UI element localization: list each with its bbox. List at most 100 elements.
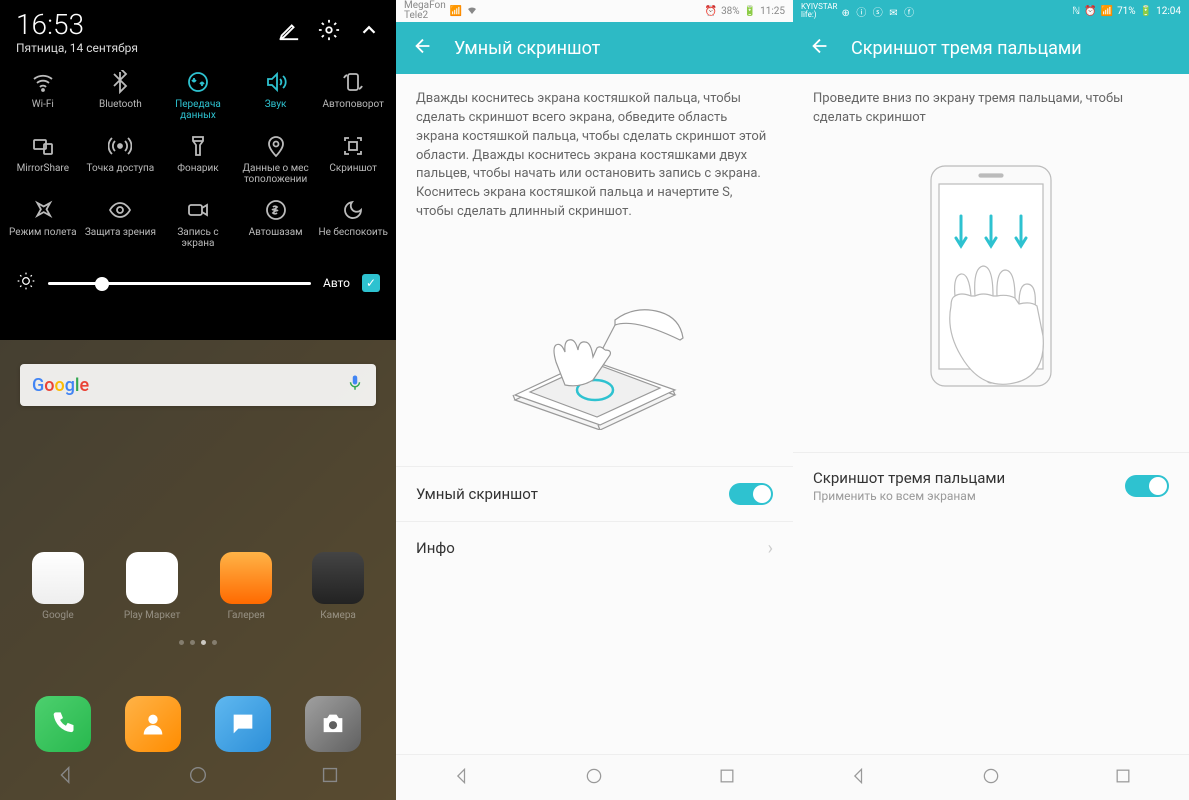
notif-icons: ⊕ ⓘ ⓢ ✉ ⓕ <box>841 4 916 19</box>
qs-tile-label: Запись с экрана <box>162 227 234 249</box>
home-app-2[interactable]: Галерея <box>220 552 272 621</box>
edit-icon[interactable] <box>278 19 300 45</box>
setting-three-finger[interactable]: Скриншот тремя пальцами Применить ко все… <box>793 452 1189 519</box>
flashlight-icon <box>185 133 211 159</box>
nav-bar <box>0 754 396 800</box>
toggle-switch[interactable] <box>729 483 773 505</box>
setting-label: Умный скриншот <box>416 485 538 503</box>
dock-camera[interactable] <box>305 696 361 752</box>
nav-home[interactable] <box>981 766 1001 790</box>
alarm-icon: ⏰ <box>1084 6 1096 17</box>
dnd-icon <box>340 197 366 223</box>
nav-recent[interactable] <box>319 764 341 790</box>
app-label: Галерея <box>227 610 264 621</box>
qs-tile-flashlight[interactable]: Фонарик <box>159 133 237 191</box>
qs-tile-wifi[interactable]: Wi-Fi <box>4 69 82 127</box>
dock <box>0 696 396 752</box>
qs-tile-label: Защита зрения <box>85 227 156 238</box>
collapse-icon[interactable] <box>358 19 380 45</box>
home-app-3[interactable]: Камера <box>312 552 364 621</box>
shazam-icon <box>263 197 289 223</box>
qs-tile-label: Bluetooth <box>99 99 142 110</box>
dock-messages[interactable] <box>215 696 271 752</box>
nav-recent[interactable] <box>717 766 737 790</box>
app-label: Play Маркет <box>124 610 181 621</box>
qs-tile-label: Режим полета <box>9 227 76 238</box>
setting-smart-screenshot[interactable]: Умный скриншот <box>396 466 793 521</box>
status-bar: KYIVSTAR life:) ⊕ ⓘ ⓢ ✉ ⓕ ℕ ⏰ 📶 71% 🔋 12… <box>793 0 1189 22</box>
setting-info[interactable]: Инфо › <box>396 521 793 575</box>
back-icon[interactable] <box>809 35 831 61</box>
status-time: 12:04 <box>1156 6 1181 17</box>
nav-bar <box>793 754 1189 800</box>
nav-recent[interactable] <box>1113 766 1133 790</box>
signal-icon: 📶 <box>450 6 462 17</box>
google-search-bar[interactable]: Google <box>20 364 376 406</box>
qs-tile-eye[interactable]: Защита зрения <box>82 197 160 255</box>
qs-tile-shazam[interactable]: Автошазам <box>237 197 315 255</box>
app-bar: Скриншот тремя пальцами <box>793 22 1189 74</box>
qs-tile-label: Wi-Fi <box>32 99 54 110</box>
back-icon[interactable] <box>412 35 434 61</box>
wifi-icon <box>30 69 56 95</box>
description-text: Проведите вниз по экрану тремя пальцами,… <box>813 90 1169 128</box>
brightness-row: Авто ✓ <box>0 263 396 307</box>
signal-icon: 📶 <box>1101 6 1113 17</box>
qs-tile-label: Автошазам <box>249 227 303 238</box>
eye-icon <box>107 197 133 223</box>
settings-icon[interactable] <box>318 19 340 45</box>
setting-sublabel: Применить ко всем экранам <box>813 489 1005 503</box>
location-icon <box>263 133 289 159</box>
qs-tile-label: Скриншот <box>329 163 377 174</box>
qs-tile-sound[interactable]: Звук <box>237 69 315 127</box>
qs-tile-label: Передача данных <box>162 99 234 121</box>
battery-icon: 🔋 <box>744 6 756 17</box>
nav-back[interactable] <box>849 766 869 790</box>
qs-tile-bluetooth[interactable]: Bluetooth <box>82 69 160 127</box>
app-bar: Умный скриншот <box>396 22 793 74</box>
brightness-auto-label: Авто <box>323 276 350 290</box>
dock-phone[interactable] <box>35 696 91 752</box>
qs-tile-airplane[interactable]: Режим полета <box>4 197 82 255</box>
brightness-icon <box>16 271 36 295</box>
qs-tile-location[interactable]: Данные о мес тоположении <box>237 133 315 191</box>
qs-tile-dnd[interactable]: Не беспокоить <box>314 197 392 255</box>
brightness-auto-checkbox[interactable]: ✓ <box>362 274 380 292</box>
nav-back[interactable] <box>55 764 77 790</box>
mic-icon[interactable] <box>346 374 364 396</box>
quick-settings-grid: Wi-Fi Bluetooth Передача данныхЗвук Автопов… <box>0 59 396 263</box>
record-icon <box>185 197 211 223</box>
qs-tile-mirror[interactable]: MirrorShare <box>4 133 82 191</box>
dock-contacts[interactable] <box>125 696 181 752</box>
qs-tile-label: Автоповорот <box>322 99 383 110</box>
chevron-right-icon: › <box>768 538 773 559</box>
app-icon <box>312 552 364 604</box>
qs-tile-hotspot[interactable]: Точка доступа <box>82 133 160 191</box>
home-app-1[interactable]: Play Маркет <box>124 552 181 621</box>
nav-home[interactable] <box>187 764 209 790</box>
app-label: Камера <box>320 610 356 621</box>
nav-home[interactable] <box>584 766 604 790</box>
hotspot-icon <box>107 133 133 159</box>
bluetooth-icon <box>107 69 133 95</box>
qs-tile-record[interactable]: Запись с экрана <box>159 197 237 255</box>
brightness-slider[interactable] <box>48 282 311 285</box>
qs-tile-data[interactable]: Передача данных <box>159 69 237 127</box>
nav-back[interactable] <box>452 766 472 790</box>
app-icon <box>126 552 178 604</box>
setting-label: Скриншот тремя пальцами <box>813 469 1005 487</box>
screenshot-icon <box>340 133 366 159</box>
toggle-switch[interactable] <box>1125 475 1169 497</box>
alarm-icon: ⏰ <box>705 6 717 17</box>
home-app-0[interactable]: Google <box>32 552 84 621</box>
wifi-icon <box>466 4 478 19</box>
qs-tile-label: Не беспокоить <box>318 227 387 238</box>
data-icon <box>185 69 211 95</box>
carrier-2: life:) <box>801 11 837 19</box>
battery-icon: 🔋 <box>1140 6 1152 17</box>
qs-tile-screenshot[interactable]: Скриншот <box>314 133 392 191</box>
qs-tile-label: MirrorShare <box>17 163 69 174</box>
knuckle-illustration <box>416 250 773 430</box>
qs-tile-rotate[interactable]: Автоповорот <box>314 69 392 127</box>
google-logo: Google <box>32 375 89 396</box>
